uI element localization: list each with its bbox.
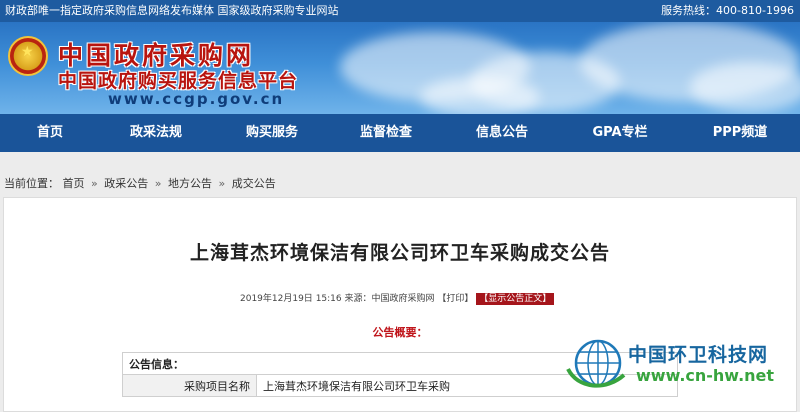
nav-item-purchase-services[interactable]: 购买服务 xyxy=(232,114,312,152)
site-subtitle: 中国政府购买服务信息平台 xyxy=(58,70,299,92)
nav-item-home[interactable]: 首页 xyxy=(15,114,85,152)
page-title: 上海茸杰环境保洁有限公司环卫车采购成交公告 xyxy=(189,242,610,264)
nav-item-regulations[interactable]: 政采法规 xyxy=(116,114,196,152)
breadcrumb-separator: » xyxy=(91,177,98,190)
national-emblem-icon: ★ xyxy=(8,36,48,76)
nav-item-ppp[interactable]: PPP频道 xyxy=(695,114,785,152)
breadcrumb-item-home[interactable]: 首页 xyxy=(63,177,85,190)
main-nav: 首页 政采法规 购买服务 监督检查 信息公告 GPA专栏 PPP频道 xyxy=(0,114,800,152)
site-slogan: 财政部唯一指定政府采购信息网络发布媒体 国家级政府采购专业网站 xyxy=(5,4,339,17)
nav-item-announcements[interactable]: 信息公告 xyxy=(462,114,542,152)
breadcrumb-separator: » xyxy=(154,177,162,190)
watermark-url: www.cn-hw.net xyxy=(636,366,775,385)
print-link[interactable]: 【打印】 xyxy=(437,294,473,304)
breadcrumb-item-local[interactable]: 地方公告 xyxy=(168,177,212,190)
watermark-name: 中国环卫科技网 xyxy=(628,344,769,366)
source-label: 来源： xyxy=(344,294,372,304)
source-name: 中国政府采购网 xyxy=(371,294,435,304)
nav-item-supervision[interactable]: 监督检查 xyxy=(346,114,426,152)
breadcrumb-prefix: 当前位置： xyxy=(4,177,59,190)
article-meta: 2019年12月19日 15:16 来源：中国政府采购网 【打印】 【显示公告正… xyxy=(240,291,555,305)
site-banner: ★ 中国政府采购网 中国政府购买服务信息平台 www.ccgp.gov.cn xyxy=(0,22,800,114)
publish-time: 15:16 xyxy=(315,294,342,304)
breadcrumb-item-deal[interactable]: 成交公告 xyxy=(232,177,276,190)
table-label-cell: 采购项目名称 xyxy=(122,374,257,397)
site-url: www.ccgp.gov.cn xyxy=(108,90,285,108)
summary-heading: 公告概要： xyxy=(372,326,428,339)
breadcrumb-separator: » xyxy=(218,177,226,190)
show-content-button[interactable]: 【显示公告正文】 xyxy=(476,293,555,305)
globe-icon xyxy=(566,339,626,388)
breadcrumb-item-announcements[interactable]: 政采公告 xyxy=(104,177,148,190)
publish-date: 2019年12月19日 xyxy=(240,294,313,304)
service-hotline: 服务热线：400-810-1996 xyxy=(661,4,794,17)
top-strip: 财政部唯一指定政府采购信息网络发布媒体 国家级政府采购专业网站 服务热线：400… xyxy=(0,0,800,22)
breadcrumb: 当前位置： 首页 » 政采公告 » 地方公告 » 成交公告 xyxy=(4,175,276,191)
nav-item-gpa[interactable]: GPA专栏 xyxy=(580,114,660,152)
